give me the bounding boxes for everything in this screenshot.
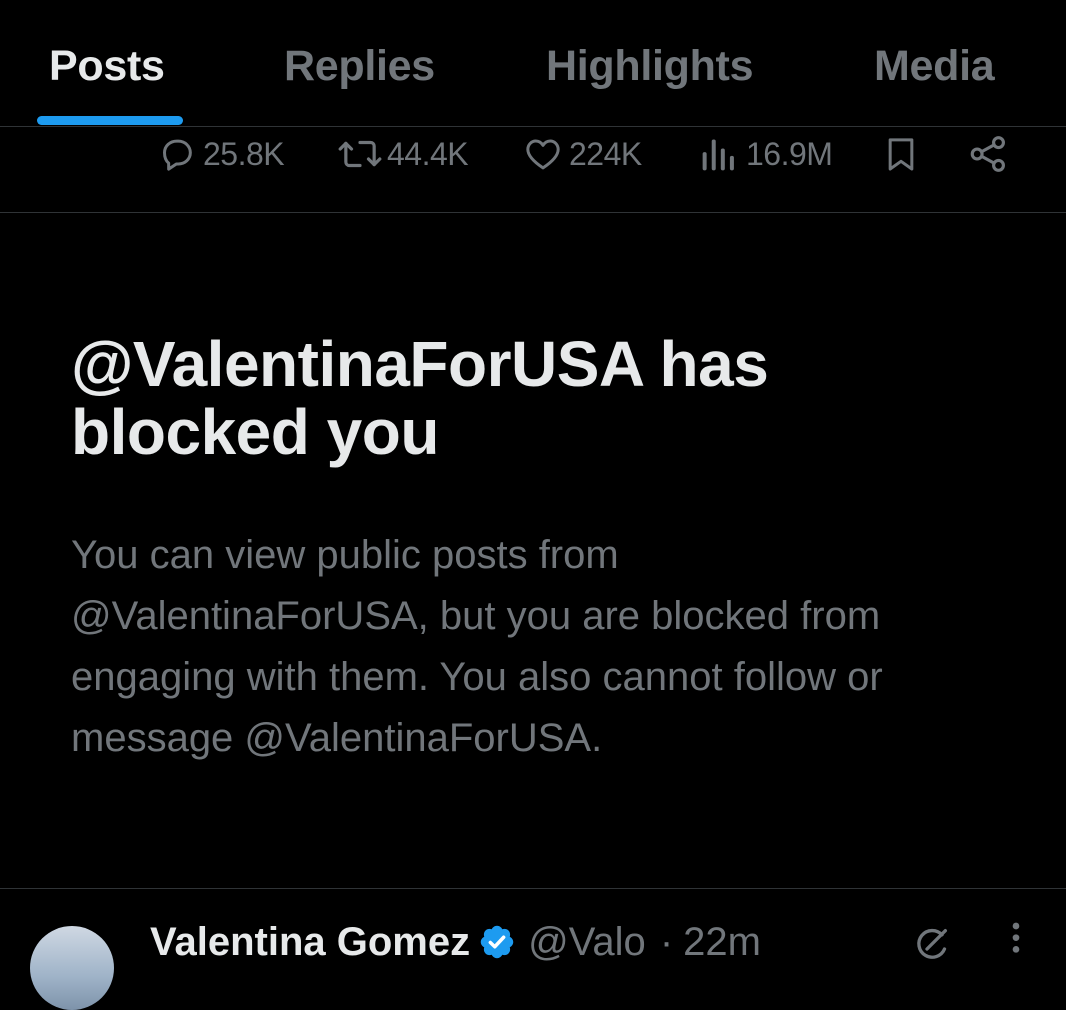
share-button[interactable] — [966, 132, 1010, 176]
separator-dot: · — [659, 919, 674, 964]
post-action-bar: 25.8K 44.4K 224K 16.9M — [0, 127, 1066, 213]
tab-highlights[interactable]: Highlights — [546, 42, 754, 96]
blocked-title: @ValentinaForUSA has blocked you — [71, 328, 769, 468]
bookmark-icon — [881, 133, 921, 175]
post-header: Valentina Gomez @Valo · 22m — [150, 912, 761, 972]
verified-badge-icon — [478, 923, 516, 961]
tab-replies[interactable]: Replies — [284, 42, 435, 96]
more-icon[interactable] — [1008, 916, 1024, 961]
like-count: 224K — [569, 135, 642, 172]
repost-count: 44.4K — [387, 135, 469, 172]
repost-icon — [337, 134, 383, 174]
reply-count: 25.8K — [203, 135, 285, 172]
post-timestamp[interactable]: 22m — [683, 920, 761, 965]
views-count: 16.9M — [746, 135, 833, 172]
blocked-description: You can view public posts from @Valentin… — [71, 533, 883, 760]
like-button[interactable]: 224K — [523, 132, 642, 176]
reply-icon — [157, 134, 197, 174]
bookmark-button[interactable] — [881, 132, 921, 176]
profile-tabs: Posts Replies Highlights Media — [0, 0, 1066, 127]
views-icon — [700, 134, 738, 174]
heart-icon — [523, 134, 563, 174]
author-handle[interactable]: @Valo — [528, 920, 646, 965]
share-icon — [966, 133, 1010, 175]
views-button[interactable]: 16.9M — [700, 132, 833, 176]
active-tab-indicator — [37, 116, 183, 125]
repost-button[interactable]: 44.4K — [337, 132, 469, 176]
post-divider — [0, 888, 1066, 889]
tab-posts[interactable]: Posts — [49, 42, 165, 96]
tab-media[interactable]: Media — [874, 42, 995, 96]
reply-button[interactable]: 25.8K — [157, 132, 285, 176]
author-name[interactable]: Valentina Gomez — [150, 920, 470, 965]
avatar[interactable] — [30, 926, 114, 1010]
grok-icon[interactable] — [912, 924, 952, 969]
